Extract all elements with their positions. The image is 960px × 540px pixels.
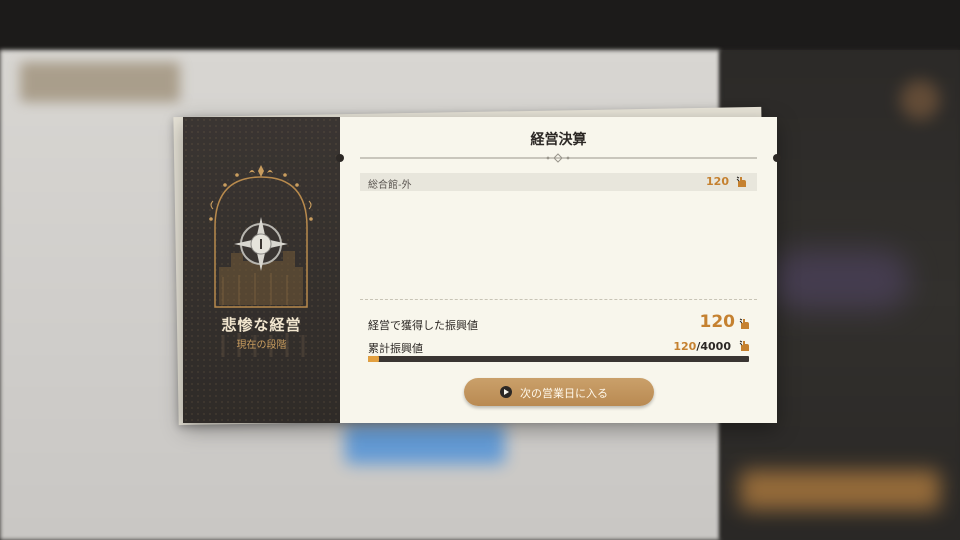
business-settlement-dialog: 悲惨な経営 現在の段階 経営決算 総合館-外 120 経営で獲得した振興値 12… [183, 117, 781, 423]
background-blob [770, 250, 910, 310]
next-business-day-button[interactable]: 次の営業日に入る [464, 378, 654, 406]
cumulative-target: 4000 [700, 340, 731, 353]
title-divider [360, 153, 757, 163]
background-left-tab [20, 62, 180, 102]
cumulative-label: 累計振興値 [368, 342, 423, 355]
earned-label: 経営で獲得した振興値 [368, 319, 478, 332]
hand-icon [736, 176, 746, 187]
item-value: 120 [706, 175, 729, 188]
cumulative-current: 120 [673, 340, 697, 353]
settlement-panel: 経営決算 総合館-外 120 経営で獲得した振興値 120 累計振興値 120/… [336, 117, 781, 423]
dialog-title: 経営決算 [530, 132, 587, 148]
divider-dot-right [773, 154, 781, 162]
hand-icon [739, 318, 749, 329]
background-blob [900, 80, 940, 120]
divider-dot-left [336, 154, 344, 162]
section-divider [360, 299, 757, 300]
background-blob [345, 424, 505, 464]
cumulative-progress-bar [368, 356, 749, 362]
play-icon [500, 386, 512, 398]
cumulative-progress-fill [368, 356, 380, 362]
stage-panel: 悲惨な経営 現在の段階 [183, 117, 340, 423]
cumulative-value: 120/4000 [673, 340, 731, 353]
stage-caption: 現在の段階 [236, 340, 287, 351]
list-item: 総合館-外 120 [360, 173, 757, 191]
next-business-day-label: 次の営業日に入る [520, 387, 608, 400]
background-blob [740, 470, 940, 510]
item-label: 総合館-外 [368, 180, 412, 191]
background-top-bar [0, 0, 960, 50]
earned-value: 120 [699, 312, 736, 332]
hand-icon [739, 340, 749, 351]
stage-name: 悲惨な経営 [221, 316, 302, 334]
